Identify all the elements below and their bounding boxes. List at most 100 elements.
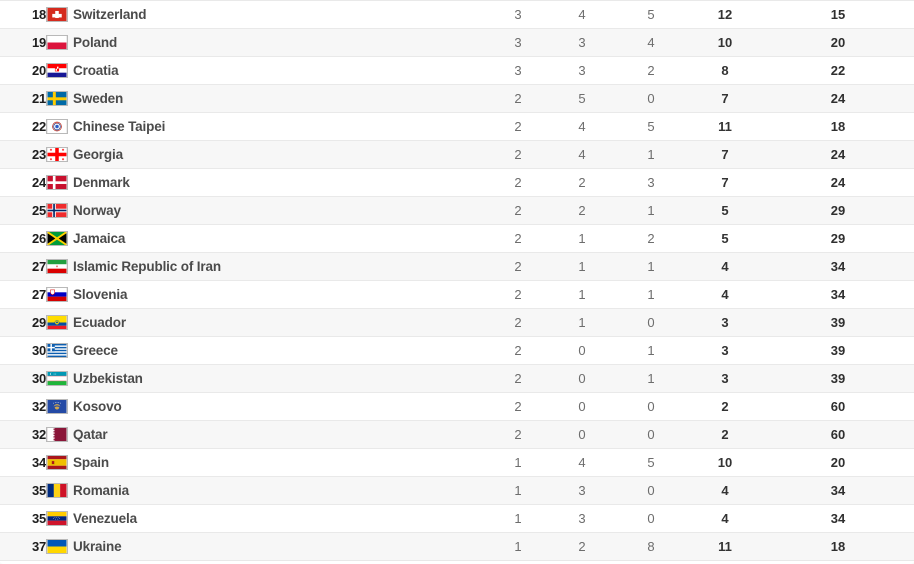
total-count-cell: 10 [688,28,762,57]
country-cell[interactable]: Ecuador [46,308,486,337]
silver-count-cell: 5 [550,84,614,113]
country-name: Denmark [73,174,130,190]
total-count-cell: 4 [688,280,762,309]
table-row[interactable]: 23 Georgia 2 4 1 7 24 [0,140,914,169]
bronze-count-cell: 8 [614,532,688,561]
table-row[interactable]: 19 Poland 3 3 4 10 20 [0,28,914,57]
overall-rank-cell: 60 [762,392,914,421]
country-cell[interactable]: Islamic Republic of Iran [46,252,486,281]
country-cell[interactable]: Greece [46,336,486,365]
country-cell[interactable]: Venezuela [46,504,486,533]
country-cell[interactable]: Croatia [46,56,486,85]
gold-count-cell: 2 [486,392,550,421]
gold-count-cell: 2 [486,252,550,281]
country-cell[interactable]: Romania [46,476,486,505]
bronze-count-cell: 1 [614,140,688,169]
country-cell[interactable]: Spain [46,448,486,477]
table-row[interactable]: 34 Spain 1 4 5 10 20 [0,448,914,477]
table-row[interactable]: 22 Chinese Taipei 2 4 5 11 18 [0,112,914,141]
total-count-cell: 11 [688,532,762,561]
flag-es [46,454,68,470]
country-cell[interactable]: Chinese Taipei [46,112,486,141]
silver-count-cell: 3 [550,56,614,85]
country-cell[interactable]: Sweden [46,84,486,113]
table-row[interactable]: 21 Sweden 2 5 0 7 24 [0,84,914,113]
total-count-cell: 11 [688,112,762,141]
gold-count-cell: 2 [486,336,550,365]
country-cell[interactable]: Georgia [46,140,486,169]
total-count-cell: 4 [688,252,762,281]
table-row[interactable]: 30 Greece 2 0 1 3 39 [0,336,914,365]
flag-si [46,286,68,302]
bronze-count-cell: 3 [614,168,688,197]
table-row[interactable]: 35 Venezuela 1 3 0 4 34 [0,504,914,533]
country-cell[interactable]: Slovenia [46,280,486,309]
country-name: Jamaica [73,230,126,246]
table-row[interactable]: 27 Slovenia 2 1 1 4 34 [0,280,914,309]
rank-cell: 35 [0,476,46,505]
overall-rank-cell: 20 [762,448,914,477]
table-row[interactable]: 32 Qatar 2 0 0 2 60 [0,420,914,449]
silver-count-cell: 2 [550,196,614,225]
rank-cell: 19 [0,28,46,57]
total-count-cell: 7 [688,168,762,197]
country-cell[interactable]: Uzbekistan [46,364,486,393]
silver-count-cell: 3 [550,476,614,505]
overall-rank-cell: 15 [762,0,914,29]
medal-standings-body: 18 Switzerland 3 4 5 12 15 19 Poland 3 3 4 10 20 20 Cro… [0,0,914,561]
table-row[interactable]: 26 Jamaica 2 1 2 5 29 [0,224,914,253]
silver-count-cell: 1 [550,224,614,253]
gold-count-cell: 2 [486,196,550,225]
silver-count-cell: 0 [550,364,614,393]
country-cell[interactable]: Norway [46,196,486,225]
silver-count-cell: 3 [550,504,614,533]
country-cell[interactable]: Switzerland [46,0,486,29]
country-cell[interactable]: Ukraine [46,532,486,561]
flag-ve [46,510,68,526]
bronze-count-cell: 1 [614,336,688,365]
gold-count-cell: 2 [486,168,550,197]
overall-rank-cell: 22 [762,56,914,85]
flag-qa [46,426,68,442]
table-row[interactable]: 30 Uzbekistan 2 0 1 3 39 [0,364,914,393]
total-count-cell: 2 [688,420,762,449]
table-row[interactable]: 32 Kosovo 2 0 0 2 60 [0,392,914,421]
total-count-cell: 2 [688,392,762,421]
rank-cell: 22 [0,112,46,141]
total-count-cell: 7 [688,140,762,169]
silver-count-cell: 4 [550,448,614,477]
country-cell[interactable]: Kosovo [46,392,486,421]
country-name: Qatar [73,426,108,442]
bronze-count-cell: 1 [614,252,688,281]
table-row[interactable]: 27 Islamic Republic of Iran 2 1 1 4 34 [0,252,914,281]
total-count-cell: 4 [688,504,762,533]
silver-count-cell: 1 [550,252,614,281]
total-count-cell: 8 [688,56,762,85]
overall-rank-cell: 34 [762,476,914,505]
gold-count-cell: 2 [486,308,550,337]
gold-count-cell: 3 [486,56,550,85]
gold-count-cell: 2 [486,364,550,393]
table-row[interactable]: 37 Ukraine 1 2 8 11 18 [0,532,914,561]
table-row[interactable]: 18 Switzerland 3 4 5 12 15 [0,0,914,29]
country-cell[interactable]: Jamaica [46,224,486,253]
bronze-count-cell: 0 [614,392,688,421]
table-row[interactable]: 25 Norway 2 2 1 5 29 [0,196,914,225]
rank-cell: 27 [0,252,46,281]
country-cell[interactable]: Denmark [46,168,486,197]
bronze-count-cell: 1 [614,364,688,393]
country-name: Croatia [73,62,119,78]
rank-cell: 20 [0,56,46,85]
overall-rank-cell: 29 [762,224,914,253]
table-row[interactable]: 29 Ecuador 2 1 0 3 39 [0,308,914,337]
table-row[interactable]: 24 Denmark 2 2 3 7 24 [0,168,914,197]
gold-count-cell: 2 [486,112,550,141]
rank-cell: 29 [0,308,46,337]
table-row[interactable]: 20 Croatia 3 3 2 8 22 [0,56,914,85]
country-cell[interactable]: Poland [46,28,486,57]
flag-xk [46,398,68,414]
country-cell[interactable]: Qatar [46,420,486,449]
table-row[interactable]: 35 Romania 1 3 0 4 34 [0,476,914,505]
country-name: Kosovo [73,398,122,414]
flag-ro [46,482,68,498]
